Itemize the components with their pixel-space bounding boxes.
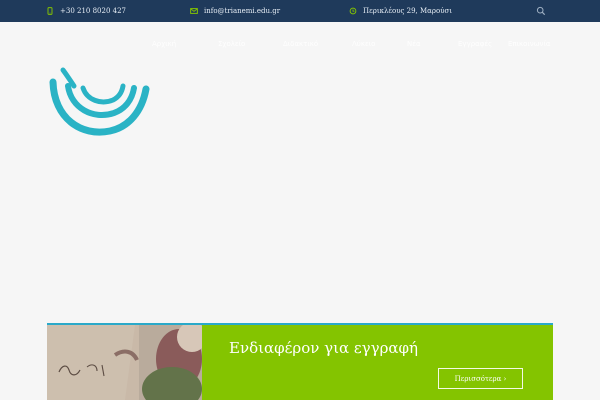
address-text: Περικλέους 29, Μαρούσι (363, 7, 453, 15)
main-navigation: Αρχική Σχολείο Διδακτικό Λύκειο Νέα Εγγρ… (150, 40, 560, 54)
nav-item-home[interactable]: Αρχική (152, 40, 176, 48)
clock-icon (349, 7, 357, 15)
nav-item-lyceum[interactable]: Λύκειο (352, 40, 375, 48)
nav-item-teaching[interactable]: Διδακτικό (283, 40, 318, 48)
nav-item-school[interactable]: Σχολείο (218, 40, 245, 48)
photo-illustration (47, 325, 202, 400)
phone-contact[interactable]: +30 210 8020 427 (46, 0, 126, 22)
address-contact: Περικλέους 29, Μαρούσι (349, 0, 452, 22)
enrollment-cta-section: Ενδιαφέρον για εγγραφή Περισσότερα › (47, 323, 553, 400)
top-contact-bar: +30 210 8020 427 info@trianemi.edu.gr Πε… (0, 0, 600, 22)
search-icon[interactable] (536, 6, 546, 16)
nav-item-enrollment[interactable]: Εγγραφές (458, 40, 492, 48)
school-logo[interactable] (46, 64, 152, 146)
phone-text: +30 210 8020 427 (60, 7, 126, 15)
more-button[interactable]: Περισσότερα › (438, 368, 523, 389)
phone-icon (47, 7, 53, 15)
email-contact[interactable]: info@trianemi.edu.gr (190, 0, 280, 22)
students-photo (47, 325, 202, 400)
nav-item-contact[interactable]: Επικοινωνία (508, 40, 550, 48)
email-text: info@trianemi.edu.gr (204, 7, 281, 15)
cta-title: Ενδιαφέρον για εγγραφή (229, 339, 419, 357)
mail-icon (190, 8, 198, 14)
nav-item-news[interactable]: Νέα (407, 40, 421, 48)
